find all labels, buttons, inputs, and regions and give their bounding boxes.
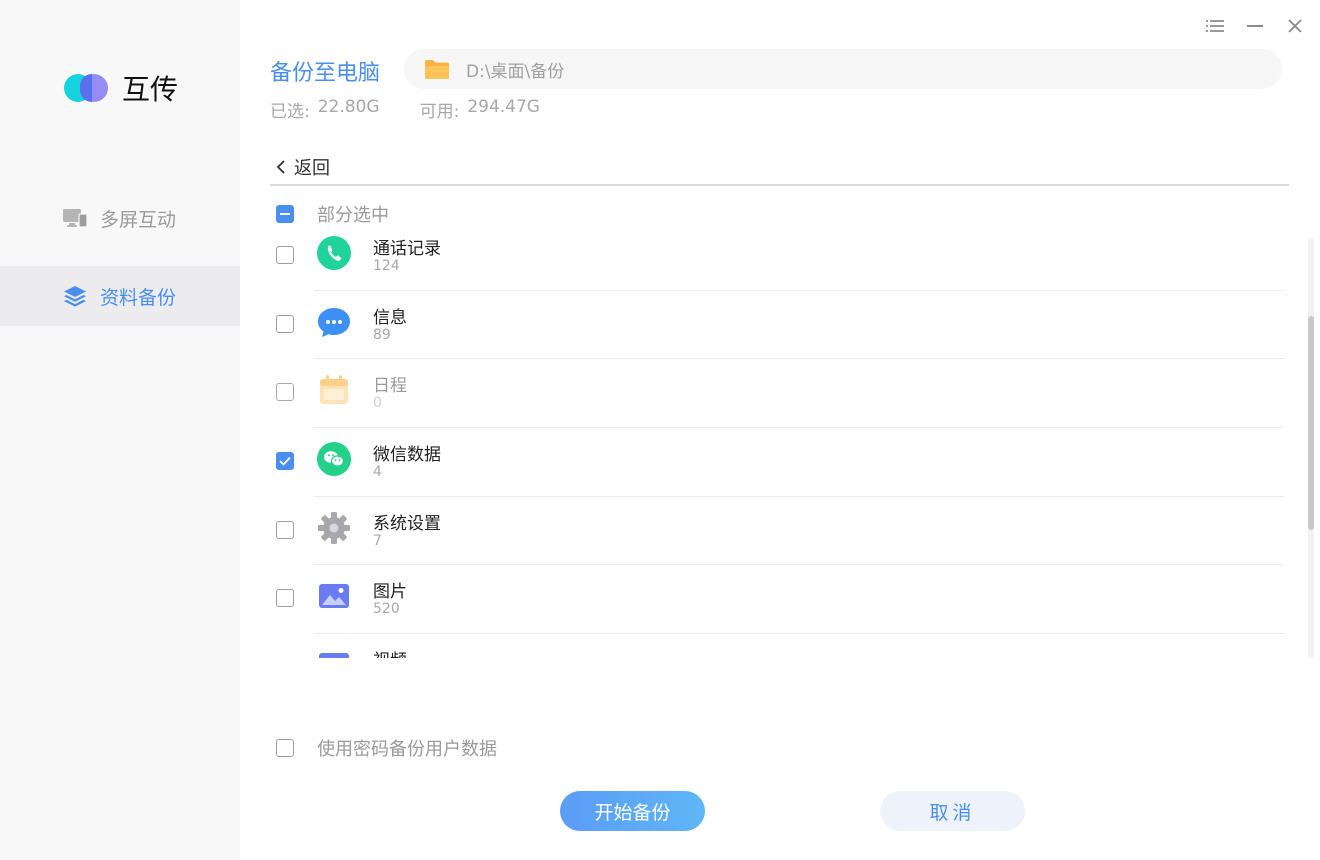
minus-icon (280, 213, 290, 215)
item-checkbox[interactable] (276, 383, 294, 402)
video-icon (319, 653, 349, 658)
storage-stats: 已选: 22.80G 可用: 294.47G (270, 97, 540, 122)
phone-icon (317, 236, 351, 270)
layers-icon (62, 283, 88, 309)
item-checkbox[interactable] (276, 589, 294, 608)
item-checkbox[interactable] (276, 314, 294, 333)
item-name: 视频 (373, 646, 407, 658)
item-count: 4 (373, 464, 382, 481)
minimize-button[interactable] (1244, 15, 1266, 37)
item-count: 0 (373, 395, 382, 412)
item-name: 通话记录 (373, 239, 441, 259)
scrollbar-thumb[interactable] (1308, 316, 1314, 530)
select-all-checkbox[interactable] (276, 205, 294, 223)
sidebar-item-label: 资料备份 (100, 286, 177, 309)
logo-icon (64, 71, 110, 105)
item-name: 日程 (373, 376, 407, 397)
list-item-messages[interactable]: 信息 89 (270, 291, 1290, 360)
folder-icon (425, 60, 449, 79)
sidebar-item-backup[interactable]: 资料备份 (0, 266, 240, 326)
item-name: 信息 (373, 307, 407, 328)
menu-button[interactable] (1204, 15, 1226, 37)
close-icon (1288, 19, 1302, 33)
item-name: 微信数据 (373, 445, 441, 466)
list-item-wechat[interactable]: 微信数据 4 (270, 428, 1290, 497)
list-item-video[interactable]: 视频 (270, 634, 1290, 658)
list-item-call-log[interactable]: 通话记录 124 (270, 222, 1290, 291)
app-name: 互传 (122, 73, 179, 106)
selected-label: 已选: (270, 102, 310, 122)
sidebar-item-label: 多屏互动 (100, 208, 177, 231)
list-item-pictures[interactable]: 图片 520 (270, 565, 1290, 635)
back-button[interactable]: 返回 (276, 154, 330, 180)
password-backup-checkbox[interactable] (276, 739, 294, 757)
selected-size: 22.80G (317, 97, 380, 117)
available-label: 可用: (419, 102, 460, 122)
backup-path-selector[interactable]: D:\桌面\备份 (404, 49, 1282, 89)
menu-icon (1206, 20, 1224, 32)
item-count: 124 (373, 258, 400, 274)
page-title: 备份至电脑 (270, 61, 381, 86)
item-count: 7 (373, 532, 382, 549)
item-checkbox[interactable] (276, 520, 294, 539)
data-type-list[interactable]: 通话记录 124 信息 89 日程 0 微信数据 4 系统设置 7 图片 520 (270, 222, 1290, 658)
minimize-icon (1247, 25, 1263, 27)
divider (270, 184, 1289, 186)
start-backup-button[interactable]: 开始备份 (560, 791, 705, 831)
sidebar: 互传 多屏互动 资料备份 (0, 0, 240, 860)
close-button[interactable] (1284, 15, 1306, 37)
item-count: 89 (373, 326, 391, 343)
cancel-button[interactable]: 取消 (880, 791, 1025, 831)
item-name: 系统设置 (373, 513, 441, 534)
item-checkbox[interactable] (276, 452, 294, 471)
app-window: 互传 多屏互动 资料备份 备份至电脑 D:\桌面\备份 已选: 22.80G 可… (0, 0, 1320, 860)
sidebar-item-multiscreen[interactable]: 多屏互动 (0, 188, 240, 248)
password-backup-option: 使用密码备份用户数据 (276, 735, 497, 761)
check-icon (279, 456, 291, 466)
monitor-phone-icon (62, 205, 88, 231)
calendar-icon (320, 375, 348, 405)
password-backup-label: 使用密码备份用户数据 (317, 739, 497, 760)
wechat-icon (317, 442, 351, 477)
item-count: 520 (373, 601, 400, 618)
list-item-calendar[interactable]: 日程 0 (270, 359, 1290, 429)
gear-icon (318, 511, 350, 544)
chevron-left-icon (276, 160, 285, 174)
app-logo: 互传 (64, 68, 178, 108)
item-checkbox[interactable] (276, 246, 294, 264)
list-item-settings[interactable]: 系统设置 7 (270, 497, 1290, 566)
backup-path: D:\桌面\备份 (466, 61, 565, 82)
image-icon (319, 584, 349, 609)
item-name: 图片 (373, 582, 407, 603)
message-icon (318, 307, 350, 337)
available-size: 294.47G (467, 97, 540, 117)
